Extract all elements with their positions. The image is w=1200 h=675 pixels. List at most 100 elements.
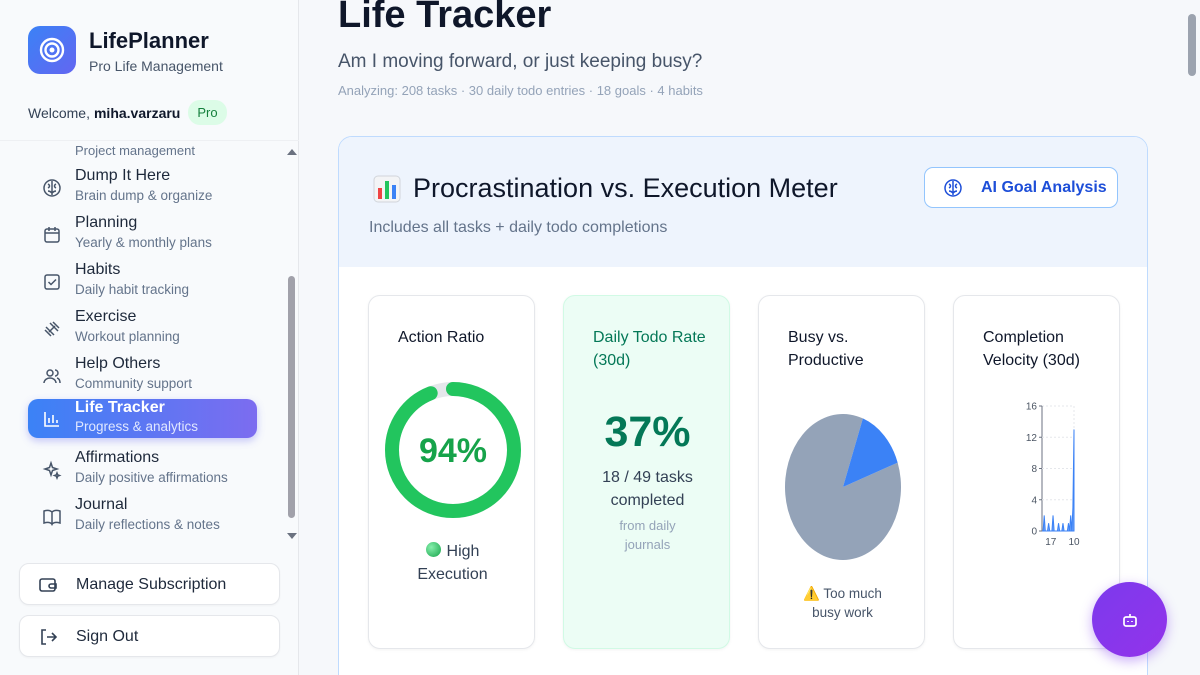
sidebar-scroll-thumb[interactable]: [288, 276, 295, 518]
sidebar-item-label: Journal: [75, 496, 128, 513]
green-circle-icon: [425, 542, 441, 557]
dumbbell-icon: [42, 319, 62, 339]
x-tick-label: 10: [1068, 537, 1080, 548]
busy-productive-title: Busy vs. Productive: [788, 329, 864, 369]
card-subtitle: Includes all tasks + daily todo completi…: [369, 219, 668, 236]
daily-todo-detail-1: 18 / 49 tasks: [602, 469, 693, 486]
velocity-area: [1042, 429, 1075, 532]
action-ratio-title: Action Ratio: [398, 329, 485, 346]
sidebar-item-label: Life Tracker: [75, 399, 165, 416]
sparkles-icon: [42, 460, 62, 481]
sidebar-item-journal[interactable]: Journal Daily reflections & notes: [28, 496, 257, 536]
sidebar-item-planning[interactable]: Planning Yearly & monthly plans: [28, 214, 257, 254]
sidebar-item-sub: Workout planning: [75, 329, 180, 344]
sidebar-item-sub: Community support: [75, 376, 193, 391]
x-tick-label: 17: [1045, 537, 1057, 548]
sidebar-item-sub: Yearly & monthly plans: [75, 235, 212, 250]
assistant-bot-button[interactable]: [1092, 582, 1167, 657]
bot-icon: [1122, 613, 1137, 627]
bar-chart-icon: [42, 409, 62, 429]
app-name: LifePlanner: [89, 28, 209, 53]
users-icon: [42, 366, 62, 386]
sidebar-item-sub: Brain dump & organize: [75, 188, 213, 203]
procrastination-meter-card: Procrastination vs. Execution Meter Incl…: [338, 136, 1148, 675]
status-line-2: Execution: [417, 566, 488, 583]
warning-line-2: busy work: [812, 605, 873, 620]
sidebar-item-sub: Daily positive affirmations: [75, 470, 228, 485]
sign-out-button[interactable]: Sign Out: [19, 615, 280, 657]
manage-subscription-button[interactable]: Manage Subscription: [19, 563, 280, 605]
plan-badge: Pro: [188, 100, 227, 125]
sidebar-item-label: Planning: [75, 214, 138, 231]
daily-todo-rate-card: Daily Todo Rate (30d) 37% 18 / 49 tasks …: [563, 295, 730, 649]
scroll-down-arrow-icon[interactable]: [287, 533, 297, 539]
sidebar-item-sub: Progress & analytics: [75, 419, 199, 434]
daily-todo-note: from daily journals: [564, 516, 731, 554]
sidebar-item-label: Exercise: [75, 308, 137, 325]
calendar-icon: [42, 225, 62, 245]
sidebar-item-help-others[interactable]: Help Others Community support: [28, 355, 257, 395]
brain-icon: [42, 178, 62, 198]
checkbox-icon: [42, 272, 62, 292]
busy-vs-productive-card: Busy vs. Productive ⚠️ Too much busy wor…: [758, 295, 925, 649]
velocity-chart: 16 12 8 4 0 17 10: [1026, 402, 1080, 549]
daily-todo-detail-2: completed: [610, 492, 685, 509]
completion-velocity-card: Completion Velocity (30d) 16 12 8 4 0 17 10: [953, 295, 1120, 649]
logout-icon: [38, 627, 58, 647]
welcome-prefix: Welcome,: [28, 104, 90, 121]
brain-icon: [943, 178, 963, 198]
app-tagline: Pro Life Management: [89, 58, 223, 74]
scroll-up-arrow-icon[interactable]: [287, 149, 297, 155]
username: miha.varzaru: [93, 104, 181, 121]
card-title: Procrastination vs. Execution Meter: [373, 173, 838, 204]
sidebar-item-label: Affirmations: [75, 449, 160, 466]
note-line-2: journals: [624, 537, 671, 552]
daily-todo-title: Daily Todo Rate (30d): [593, 329, 706, 369]
note-line-1: from daily: [619, 518, 676, 533]
book-icon: [42, 507, 62, 527]
sidebar-item-dump-it-here[interactable]: Dump It Here Brain dump & organize: [28, 167, 257, 207]
warning-line-1: Too much: [823, 586, 882, 601]
action-ratio-value: 94%: [419, 432, 487, 470]
sidebar-item-life-tracker[interactable]: Life Tracker Progress & analytics: [28, 399, 257, 438]
sidebar-item-label: Habits: [75, 261, 121, 278]
ai-goal-analysis-button[interactable]: AI Goal Analysis: [924, 167, 1118, 208]
y-tick-label: 12: [1026, 433, 1038, 444]
sidebar-nav: Project management Dump It Here Brain du…: [0, 140, 299, 542]
sign-out-label: Sign Out: [76, 628, 139, 645]
page-title: Life Tracker: [338, 0, 552, 36]
page-question: Am I moving forward, or just keeping bus…: [338, 51, 703, 72]
card-title-text: Procrastination vs. Execution Meter: [413, 173, 838, 203]
ai-goal-analysis-label: AI Goal Analysis: [981, 179, 1107, 196]
y-tick-label: 4: [1031, 495, 1037, 506]
bar-chart-emoji-icon: [373, 175, 401, 203]
sidebar-item-sub: Daily habit tracking: [75, 282, 190, 297]
action-ratio-card: Action Ratio 94% High Execution: [368, 295, 535, 649]
sidebar-item-label: Dump It Here: [75, 167, 171, 184]
y-tick-label: 16: [1026, 402, 1038, 413]
action-ratio-status: High Execution: [369, 540, 536, 586]
sidebar-item-affirmations[interactable]: Affirmations Daily positive affirmations: [28, 449, 257, 489]
main-scroll-thumb[interactable]: [1188, 14, 1196, 76]
busy-productive-pie: [785, 414, 901, 560]
sidebar: LifePlanner Pro Life Management Welcome,…: [0, 0, 299, 675]
sidebar-item-exercise[interactable]: Exercise Workout planning: [28, 308, 257, 348]
busy-warning: ⚠️ Too much busy work: [759, 584, 926, 622]
welcome-line: Welcome, miha.varzaru Pro: [28, 100, 227, 125]
status-line-1: High: [446, 543, 480, 560]
target-logo-icon: [28, 26, 76, 74]
analysis-meta: Analyzing: 208 tasks · 30 daily todo ent…: [338, 83, 703, 98]
sidebar-item-cut-sub: Project management: [75, 143, 195, 158]
sidebar-item-habits[interactable]: Habits Daily habit tracking: [28, 261, 257, 301]
daily-todo-percent: 37%: [604, 408, 691, 456]
action-ratio-ring: 94%: [385, 382, 521, 518]
warning-icon: ⚠️: [803, 586, 820, 601]
sidebar-item-sub: Daily reflections & notes: [75, 517, 220, 532]
wallet-icon: [38, 575, 58, 595]
y-tick-label: 0: [1031, 527, 1037, 538]
sidebar-item-label: Help Others: [75, 355, 161, 372]
velocity-title: Completion Velocity (30d): [983, 329, 1080, 369]
card-header: Procrastination vs. Execution Meter Incl…: [339, 137, 1147, 267]
y-tick-label: 8: [1031, 464, 1037, 475]
manage-subscription-label: Manage Subscription: [76, 576, 227, 593]
